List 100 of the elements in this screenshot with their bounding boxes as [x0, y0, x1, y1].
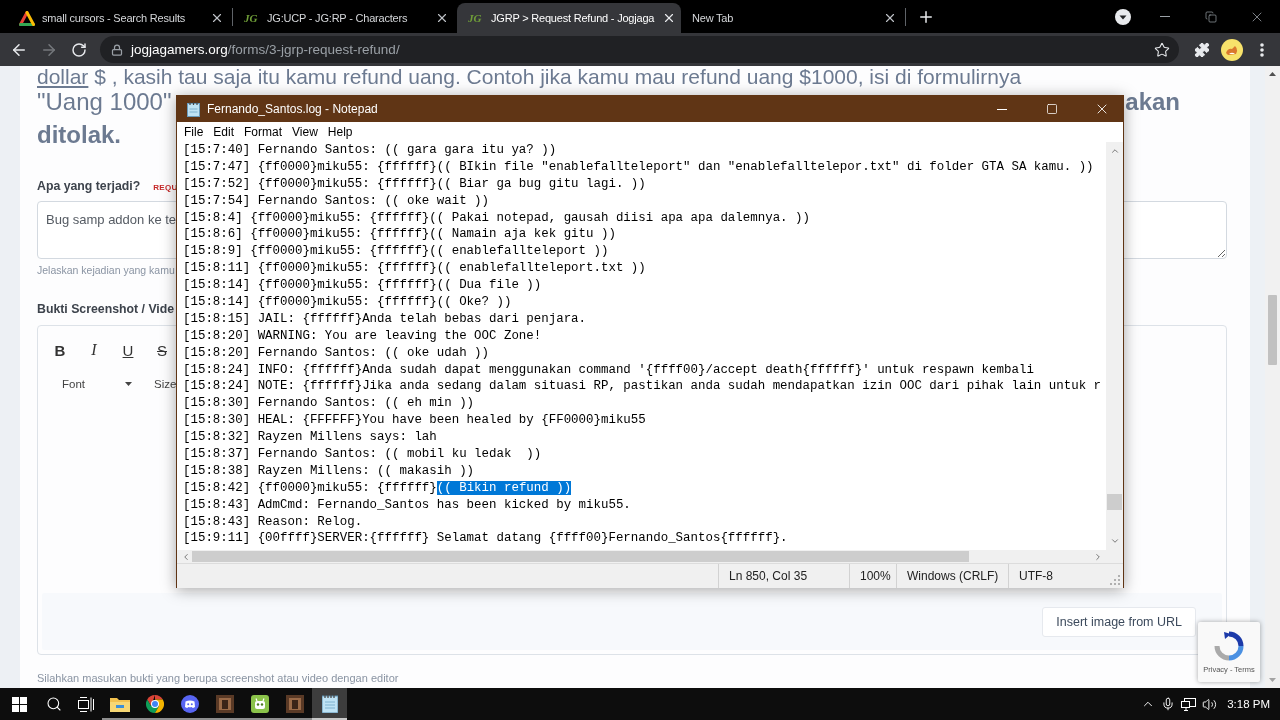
volume-icon[interactable]	[1202, 696, 1218, 712]
triangle-logo-icon	[19, 10, 35, 26]
log-line: [15:8:30] HEAL: {FFFFFF}You have been healed by {FF0000}miku55	[183, 413, 646, 428]
status-text: Windows (CRLF)	[896, 564, 1008, 588]
robot-icon	[250, 695, 269, 713]
url-host-text: jogjagamers.org	[131, 42, 228, 57]
menu-item[interactable]: File	[179, 123, 209, 141]
log-line: [15:8:32] Rayzen Millens says: lah	[183, 430, 437, 445]
round-logo-icon	[145, 695, 164, 713]
status-text: 100%	[849, 564, 896, 588]
browser-tab[interactable]: New Tab	[681, 3, 905, 33]
field-label: Bukti Screenshot / Vide	[37, 301, 175, 318]
log-line: [15:8:20] WARNING: You are leaving the OOC Zone!	[183, 328, 542, 343]
format-button[interactable]: B	[50, 339, 70, 361]
logo-text: JG	[244, 11, 259, 25]
log-line: [15:8:43] Reason: Relog.	[183, 514, 363, 529]
url-path-text: /forms/3-jgrp-request-refund/	[227, 42, 400, 57]
task-view-icon	[78, 696, 94, 712]
log-line: [15:7:40] Fernando Santos: (( gara gara itu ya? ))	[183, 143, 557, 157]
log-line: [15:8:11] {ff0000}miku55: {ffffff}(( enablefallteleport.txt ))	[183, 261, 646, 276]
address-bar[interactable]: jogjagamers.org/forms/3-jgrp-request-refund/	[100, 36, 1179, 63]
field-hint: Jelaskan kejadian yang kamu	[37, 263, 175, 277]
network-icon[interactable]	[1181, 697, 1197, 711]
log-line: [15:7:54] Fernando Santos: (( oke wait ))	[183, 193, 489, 208]
log-line: [15:9:11] {00ffff}SERVER:{ffffff} Selamat datang {ffff00}Fernando_Santos{ffffff}.	[183, 531, 788, 546]
restore-icon	[1205, 10, 1217, 23]
insert-image-button[interactable]: Insert image from URL	[1042, 606, 1196, 637]
minimize-icon	[996, 108, 1007, 110]
log-line: [15:8:14] {ff0000}miku55: {ffffff}(( Oke? ))	[183, 295, 512, 309]
puzzle-icon	[1194, 41, 1210, 58]
maximize-icon	[1045, 103, 1058, 115]
log-line: [15:8:20] Fernando Santos: (( oke udah ))	[183, 345, 489, 360]
lock-icon	[111, 43, 123, 56]
taskbar-app[interactable]	[312, 688, 347, 720]
log-line: [15:8:24] NOTE: {ffffff}Jika anda sedang dalam situasi RP, pastikan anda sudah mendapatkan izin OOC dari pihak lain untuk r	[183, 379, 1102, 394]
microphone-icon[interactable]	[1161, 697, 1176, 711]
browser-tab[interactable]: small cursors - Search Results	[8, 3, 232, 33]
window-title: Fernando_Santos.log - Notepad	[207, 102, 378, 116]
status-text: Ln 850, Col 35	[718, 564, 849, 588]
log-line: [15:8:15] JAIL: {ffffff}Anda telah bebas dari penjara.	[183, 311, 587, 326]
circular-arrows-icon	[1214, 630, 1244, 661]
text-link[interactable]: dollar	[37, 66, 89, 88]
menu-item[interactable]: Format	[239, 123, 288, 141]
menu-item[interactable]: View	[287, 123, 323, 141]
close-icon	[435, 11, 449, 25]
log-line: [15:7:47] {ff0000}miku55: {ffffff}(( BIkin file "enablefallteleport" dan "enablefalltelepor.txt" di folder GTA SA kamu. ))	[183, 159, 1094, 174]
log-line: [15:8:9] {ff0000}miku55: {ffffff}(( enablefallteleport ))	[183, 244, 609, 259]
log-line: [15:8:38] Rayzen Millens: (( makasih ))	[183, 463, 475, 478]
start-icon	[11, 696, 27, 712]
status-text: UTF-8	[1008, 564, 1106, 588]
scrollbar-thumb[interactable]	[192, 551, 969, 562]
close-icon	[210, 11, 224, 25]
notice-text: akan	[1125, 88, 1180, 116]
format-button[interactable]: U	[118, 339, 138, 361]
clock-text[interactable]: 3:18 PM	[1227, 698, 1270, 710]
logo-text: JG	[468, 11, 483, 25]
round-app-icon	[180, 695, 199, 713]
log-line: [15:8:14] {ff0000}miku55: {ffffff}(( Dua file ))	[183, 278, 542, 293]
folder-icon	[109, 696, 130, 712]
star-icon	[1154, 41, 1170, 58]
browser-tab[interactable]: JG JGRP > Request Refund - Jogjaga	[457, 3, 681, 33]
thumbnail-icon	[215, 695, 234, 713]
notepad-icon	[187, 101, 200, 117]
log-line: [15:8:24] INFO: {ffffff}Anda sudah dapat menggunakan command '{ffff00}/accept death{ffffff}' untuk respawn kembali	[183, 362, 1034, 377]
scroll-up-icon	[1269, 72, 1276, 76]
scroll-down-icon	[1269, 678, 1276, 682]
log-line: [15:8:6] {ff0000}miku55: {ffffff}(( Namain aja kek gitu ))	[183, 227, 616, 242]
scroll-down-icon[interactable]	[1109, 536, 1120, 546]
minimize-icon	[1160, 16, 1170, 17]
scroll-right-icon[interactable]	[1093, 551, 1103, 562]
notepad-icon	[321, 695, 338, 713]
menu-item[interactable]: Edit	[208, 123, 240, 141]
format-button[interactable]: I	[84, 339, 104, 361]
size-select[interactable]: Size	[154, 373, 177, 395]
notice-text: dollar $ , kasih tau saja itu kamu refund uang. Contoh jika kamu mau refund uang $1000, isi di formulirnya	[37, 66, 1023, 88]
selected-text: (( Bikin refund ))	[436, 480, 572, 495]
format-button[interactable]: S	[152, 339, 172, 361]
log-line: [15:8:30] Fernando Santos: (( eh min ))	[183, 396, 475, 411]
log-line: [15:8:37] Fernando Santos: (( mobil ku ledak ))	[183, 447, 542, 462]
scroll-left-icon[interactable]	[181, 551, 191, 562]
log-line: [15:8:42] {ff0000}miku55: {ffffff}	[183, 480, 437, 495]
close-icon	[883, 11, 897, 25]
reload-icon	[71, 41, 87, 58]
font-select[interactable]: Font	[52, 373, 132, 395]
log-line: [15:8:4] {ff0000}miku55: {ffffff}(( Pakai notepad, gausah diisi apa apa dalemnya. ))	[183, 210, 810, 225]
notice-text: ditolak.	[37, 120, 121, 150]
scroll-up-icon[interactable]	[1109, 146, 1120, 156]
log-line: [15:7:52] {ff0000}miku55: {ffffff}(( Biar ga bug gitu lagi. ))	[183, 176, 646, 191]
log-line: [15:8:43] AdmCmd: Fernando_Santos has been kicked by miku55.	[183, 497, 631, 512]
field-label: Apa yang terjadi?	[37, 178, 141, 195]
browser-tab[interactable]: JG JG:UCP - JG:RP - Characters	[233, 3, 457, 33]
search-icon	[46, 696, 62, 712]
menu-icon	[1260, 42, 1264, 57]
dropdown-circle-icon	[1115, 8, 1131, 25]
scrollbar-thumb[interactable]	[1268, 295, 1277, 365]
avatar-icon	[1221, 38, 1243, 61]
menu-item[interactable]: Help	[322, 123, 358, 141]
notice-text: "Uang 1000"	[37, 88, 172, 116]
scrollbar-thumb[interactable]	[1107, 494, 1122, 510]
caret-icon	[125, 382, 132, 386]
